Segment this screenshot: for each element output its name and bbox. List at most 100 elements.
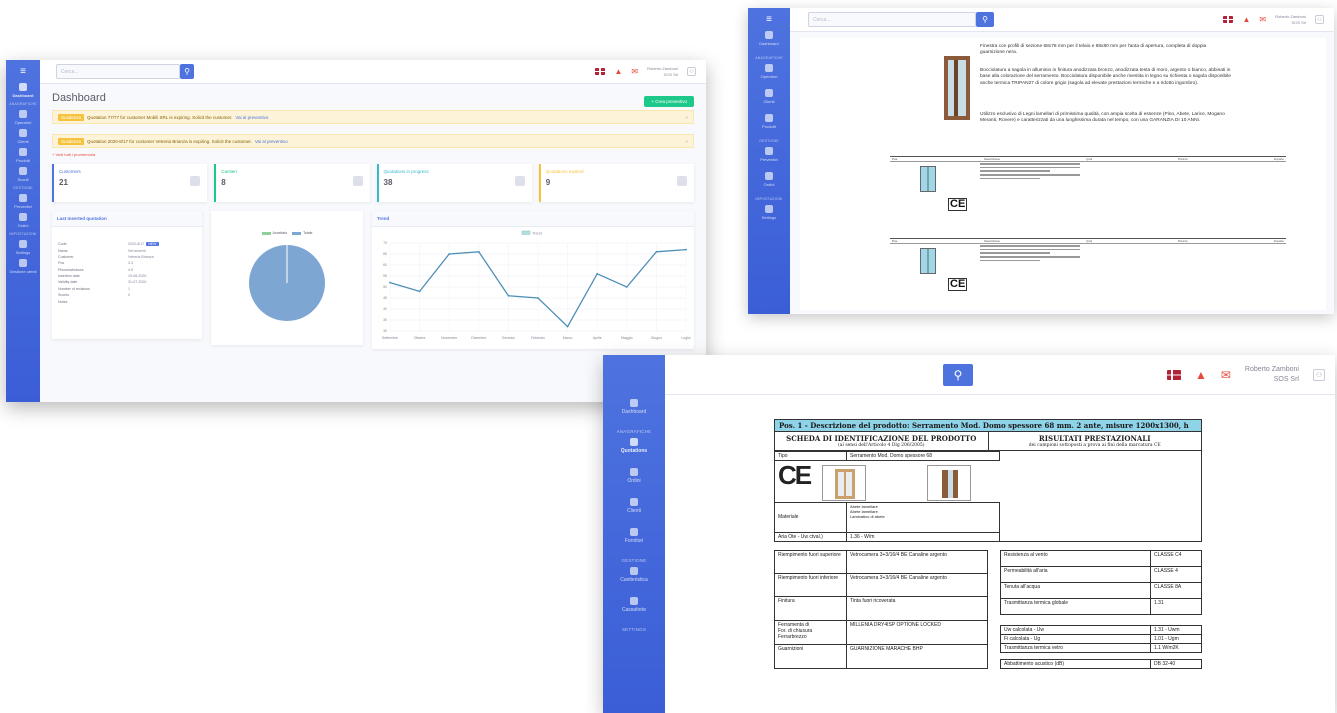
sidebar-item-clienti[interactable]: Clienti	[6, 129, 40, 144]
spec-sheet-screenshot: Dashboard ANAGRAFICHE Quotations Ordini Clie…	[603, 355, 1335, 713]
sidebar-item-ordini[interactable]: Ordini	[603, 468, 665, 484]
sidebar-item-fornitori[interactable]: Fornitori	[603, 528, 665, 544]
stat-card[interactable]: Quotations expired 9	[538, 164, 694, 202]
menu-toggle-icon[interactable]: ≡	[6, 60, 40, 83]
stat-label: Customers	[59, 169, 81, 174]
stat-card[interactable]: Cantieri 8	[214, 164, 370, 202]
nav-icon	[630, 438, 638, 446]
stat-value: 38	[383, 178, 393, 187]
acoustic-label: Abbattimento acustico (dB)	[1000, 658, 1151, 669]
sidebar-item-label: Dashboard	[12, 93, 34, 98]
alert-link[interactable]: Vai al preventivo	[235, 115, 268, 120]
avatar[interactable]: ⚇	[1315, 15, 1324, 24]
close-icon[interactable]: ×	[685, 115, 688, 120]
avatar[interactable]: ⚇	[687, 67, 696, 76]
legend-label: Trend	[532, 231, 542, 235]
topbar: ⚲ ▲ ✉ Roberto Zamboni SOS Srl ⚇	[665, 355, 1335, 395]
user-info[interactable]: Roberto Zamboni SOS Srl	[647, 66, 678, 76]
nav-icon	[765, 172, 773, 180]
stat-card[interactable]: Quotations in progress 38	[376, 164, 532, 202]
sidebar-item-prodotti[interactable]: Prodotti	[6, 148, 40, 163]
sidebar-item-ordini[interactable]: Ordini	[6, 213, 40, 228]
x-tick-label: Gennaio	[502, 336, 515, 340]
messages-icon[interactable]: ✉	[1221, 368, 1231, 382]
sidebar-item-prodotti[interactable]: Prodotti	[748, 114, 790, 129]
expiry-alert: Scadenza Quotation 2020-8/17 for customer…	[52, 134, 694, 148]
alert-link[interactable]: Vai al preventivo	[255, 139, 288, 144]
table-row: Permeabilità all'aria CLASSE 4	[1000, 565, 1202, 583]
sidebar-item-cassaforte[interactable]: Cassaforte	[603, 597, 665, 613]
row-label: Ferramenta di For. di chiusura Ferrarbre…	[774, 619, 847, 646]
topbar: Cerca... ⚲ ▲ ✉ Roberto Zamboni SOS Srl ⚇	[790, 8, 1334, 32]
description-lines	[980, 163, 1080, 181]
trend-point	[537, 297, 539, 299]
row-value: 1.1 W/m2K	[1150, 642, 1202, 653]
acoustic-value: DB 32-40	[1150, 658, 1202, 669]
sidebar-item-label: Clienti	[763, 99, 775, 104]
search-button[interactable]: ⚲	[976, 12, 994, 27]
messages-icon[interactable]: ✉	[631, 67, 638, 76]
sidebar-item-dashboard[interactable]: Dashboard	[748, 31, 790, 46]
close-icon[interactable]: ×	[685, 139, 688, 144]
language-flag-icon[interactable]	[1166, 369, 1181, 380]
search-input[interactable]: Cerca...	[56, 64, 180, 79]
bell-icon[interactable]: ▲	[614, 67, 622, 76]
search-input[interactable]: Cerca...	[808, 12, 976, 27]
window-profile-image	[944, 56, 970, 120]
cart-icon	[19, 213, 27, 221]
stat-card[interactable]: Customers 21	[52, 164, 208, 202]
thermal-table: Uw calcolata - Uw 1.31 - Uwm Fi calcolata …	[1000, 624, 1202, 653]
create-quotation-button[interactable]: + Crea preventivo	[644, 96, 694, 107]
sidebar-item-label: Clienti	[17, 139, 29, 144]
row-label: Trasmittanza termica vetro	[1000, 642, 1151, 653]
sidebar-item-operatori[interactable]: Operatori	[6, 110, 40, 125]
search-button[interactable]: ⚲	[180, 64, 194, 79]
messages-icon[interactable]: ✉	[1259, 15, 1266, 24]
y-tick-label: 50	[383, 285, 387, 289]
file-icon	[514, 176, 525, 186]
bell-icon[interactable]: ▲	[1195, 368, 1207, 382]
user-icon	[19, 129, 27, 137]
sidebar-item-clienti[interactable]: Clienti	[603, 498, 665, 514]
trend-point	[596, 272, 599, 275]
sidebar-item-settings[interactable]: Settings	[748, 205, 790, 220]
x-tick-label: Maggio	[621, 336, 633, 340]
sidebar-item-preventivi[interactable]: Preventivi	[6, 194, 40, 209]
sidebar-item-dashboard[interactable]: Dashboard	[603, 399, 665, 415]
user-info[interactable]: Roberto Zamboni SOS Srl	[1275, 14, 1306, 24]
box-icon	[19, 148, 27, 156]
sidebar-item-quotations[interactable]: Quotations	[603, 438, 665, 454]
table-row: Uw calcolata - Uw 1.31 - Uwm	[1000, 624, 1202, 635]
sidebar-item-sconti[interactable]: Sconti	[6, 167, 40, 182]
search-button[interactable]: ⚲	[943, 363, 973, 386]
sidebar-item-label: Settings	[15, 250, 31, 255]
sidebar-item-gestione-utenti[interactable]: Gestione utenti	[6, 259, 40, 274]
sidebar-item-label: Dashboard	[759, 41, 779, 46]
user-info[interactable]: Roberto Zamboni SOS Srl	[1245, 365, 1299, 383]
tipo-value: Serramento Mod. Domo spessore 68	[846, 451, 1000, 461]
product-details-table: Riempimento fuori superiore Vetrocamera 3…	[774, 549, 988, 669]
menu-toggle-icon[interactable]: ≡	[748, 8, 790, 31]
sidebar-section: ANAGRAFICHE	[9, 102, 37, 106]
language-flag-icon[interactable]	[1223, 16, 1234, 23]
row-label: Fi calcolata - Ug	[1000, 633, 1151, 644]
sidebar-item-operatori[interactable]: Operatori	[748, 64, 790, 79]
user-org: SOS Srl	[1273, 375, 1299, 383]
sidebar-item-cantieristica[interactable]: Cantieristica	[603, 567, 665, 583]
x-tick-label: Dicembre	[471, 336, 486, 340]
avatar[interactable]: ⚇	[1313, 368, 1325, 381]
reminders-link[interactable]: + Vedi tutti i promemoria	[52, 152, 694, 157]
sidebar-item-label: Ordini	[17, 223, 29, 228]
sidebar-item-dashboard[interactable]: Dashboard	[6, 83, 40, 98]
stat-label: Cantieri	[221, 169, 237, 174]
sidebar-item-preventivi[interactable]: Preventivi	[748, 147, 790, 162]
sidebar-item-ordini[interactable]: Ordini	[748, 172, 790, 187]
users-icon	[19, 110, 27, 118]
row-value: 1.31 - Uwm	[1150, 624, 1202, 635]
language-flag-icon[interactable]	[595, 68, 606, 75]
quote-document: Finestra con profili di sezione 68x78 mm…	[800, 38, 1326, 310]
sidebar-item-clienti[interactable]: Clienti	[748, 89, 790, 104]
sidebar-item-settings[interactable]: Settings	[6, 240, 40, 255]
bell-icon[interactable]: ▲	[1242, 15, 1250, 24]
sidebar-item-label: Settings	[761, 215, 777, 220]
